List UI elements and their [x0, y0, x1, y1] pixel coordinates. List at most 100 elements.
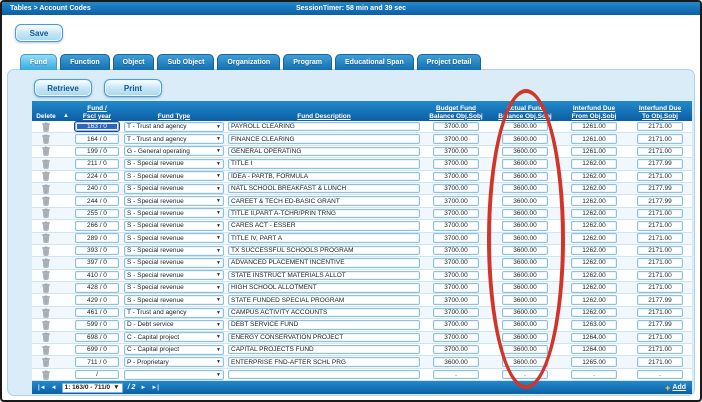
delete-icon[interactable] — [42, 233, 50, 244]
actual-fund-balance-input[interactable] — [502, 183, 548, 194]
budget-fund-balance-input[interactable] — [433, 233, 479, 243]
interfund-due-to-input[interactable] — [637, 369, 683, 380]
fund-fscl-year-input[interactable] — [75, 183, 119, 194]
interfund-due-to-input[interactable] — [637, 307, 683, 318]
fund-description-input[interactable] — [228, 307, 420, 318]
delete-icon[interactable] — [42, 246, 50, 256]
fund-description-input[interactable] — [228, 134, 420, 144]
budget-fund-balance-input[interactable] — [433, 357, 479, 367]
budget-fund-balance-input[interactable] — [433, 295, 479, 305]
budget-fund-balance-input[interactable] — [433, 245, 479, 256]
actual-fund-balance-input[interactable] — [502, 233, 548, 243]
print-button[interactable]: Print — [104, 79, 162, 97]
interfund-due-from-input[interactable] — [571, 283, 617, 293]
fund-description-input[interactable] — [228, 270, 420, 281]
fund-type-select[interactable]: T - Trust and agency ▼ — [124, 134, 224, 145]
budget-fund-balance-input[interactable] — [433, 196, 479, 206]
interfund-due-from-input[interactable] — [571, 307, 617, 318]
interfund-due-to-input[interactable] — [637, 208, 683, 219]
delete-icon[interactable] — [42, 270, 50, 281]
column-header-fund-type[interactable]: Fund Type — [122, 101, 226, 121]
interfund-due-from-input[interactable] — [571, 196, 617, 206]
actual-fund-balance-input[interactable] — [502, 245, 548, 256]
fund-fscl-year-input[interactable] — [75, 134, 119, 144]
fund-type-select[interactable]: S - Special revenue ▼ — [124, 233, 224, 244]
fund-fscl-year-input[interactable] — [75, 295, 119, 305]
interfund-due-from-input[interactable] — [571, 344, 617, 355]
tab-educational-span[interactable]: Educational Span — [335, 54, 414, 70]
interfund-due-from-input[interactable] — [571, 159, 617, 169]
actual-fund-balance-input[interactable] — [502, 332, 548, 343]
budget-fund-balance-input[interactable] — [433, 344, 479, 355]
fund-fscl-year-input[interactable] — [75, 332, 119, 343]
interfund-due-from-input[interactable] — [571, 258, 617, 268]
fund-fscl-year-input[interactable] — [75, 171, 119, 181]
delete-icon[interactable] — [42, 146, 50, 157]
previous-page-icon[interactable]: ◄ — [51, 385, 57, 391]
delete-icon[interactable] — [42, 184, 50, 194]
delete-icon[interactable] — [42, 345, 50, 355]
fund-fscl-year-input[interactable] — [75, 270, 119, 281]
fund-type-select[interactable]: S - Special revenue ▼ — [124, 171, 224, 182]
budget-fund-balance-input[interactable] — [433, 332, 479, 343]
interfund-due-from-input[interactable] — [571, 245, 617, 256]
actual-fund-balance-input[interactable] — [502, 171, 548, 181]
interfund-due-from-input[interactable] — [571, 208, 617, 219]
actual-fund-balance-input[interactable] — [502, 320, 548, 330]
fund-type-select[interactable]: P - Proprietary ▼ — [124, 357, 224, 368]
fund-description-input[interactable] — [228, 221, 420, 231]
tab-project-detail[interactable]: Project Detail — [416, 54, 482, 70]
actual-fund-balance-input[interactable] — [502, 307, 548, 318]
fund-type-select[interactable]: C - Capital project ▼ — [124, 344, 224, 355]
tab-object[interactable]: Object — [112, 54, 155, 70]
column-header-fund-description[interactable]: Fund Description — [226, 101, 422, 121]
budget-fund-balance-input[interactable] — [433, 183, 479, 194]
budget-fund-balance-input[interactable] — [433, 121, 479, 132]
sort-ascending-icon[interactable]: ▲ — [60, 101, 72, 121]
actual-fund-balance-input[interactable] — [502, 344, 548, 355]
fund-type-select[interactable]: S - Special revenue ▼ — [124, 183, 224, 194]
tab-organization[interactable]: Organization — [217, 54, 281, 70]
fund-description-input[interactable] — [228, 344, 420, 355]
page-range-select[interactable]: 1: 163/0 - 711/0 ▼ — [61, 382, 123, 393]
fund-type-select[interactable]: T - Trust and agency ▼ — [124, 121, 224, 132]
actual-fund-balance-input[interactable] — [502, 221, 548, 231]
budget-fund-balance-input[interactable] — [433, 369, 479, 380]
fund-fscl-year-input[interactable] — [75, 307, 119, 318]
actual-fund-balance-input[interactable] — [502, 121, 548, 132]
budget-fund-balance-input[interactable] — [433, 134, 479, 144]
fund-description-input[interactable] — [228, 369, 420, 380]
budget-fund-balance-input[interactable] — [433, 171, 479, 181]
actual-fund-balance-input[interactable] — [502, 196, 548, 206]
interfund-due-from-input[interactable] — [571, 332, 617, 343]
fund-fscl-year-input[interactable] — [75, 283, 119, 293]
delete-icon[interactable] — [42, 171, 50, 182]
delete-icon[interactable] — [42, 159, 50, 169]
column-header-actual-fund-balance[interactable]: Actual Fund Balance Obj.Sobj — [490, 101, 560, 121]
save-button[interactable]: Save — [15, 24, 63, 42]
interfund-due-from-input[interactable] — [571, 121, 617, 132]
delete-icon[interactable] — [42, 122, 50, 132]
fund-description-input[interactable] — [228, 320, 420, 330]
fund-description-input[interactable] — [228, 233, 420, 243]
first-page-icon[interactable]: |◄ — [38, 385, 46, 391]
budget-fund-balance-input[interactable] — [433, 283, 479, 293]
interfund-due-to-input[interactable] — [637, 332, 683, 343]
fund-fscl-year-input[interactable] — [75, 344, 119, 355]
interfund-due-to-input[interactable] — [637, 258, 683, 268]
fund-type-select[interactable]: S - Special revenue ▼ — [124, 257, 224, 268]
tab-program[interactable]: Program — [283, 54, 332, 70]
retrieve-button[interactable]: Retrieve — [34, 79, 92, 97]
fund-fscl-year-input[interactable] — [75, 233, 119, 243]
actual-fund-balance-input[interactable] — [502, 283, 548, 293]
budget-fund-balance-input[interactable] — [433, 270, 479, 281]
fund-type-select[interactable]: T - Trust and agency ▼ — [124, 307, 224, 318]
interfund-due-from-input[interactable] — [571, 369, 617, 380]
fund-type-select[interactable]: S - Special revenue ▼ — [124, 220, 224, 231]
interfund-due-to-input[interactable] — [637, 245, 683, 256]
interfund-due-to-input[interactable] — [637, 295, 683, 305]
fund-type-select[interactable]: S - Special revenue ▼ — [124, 245, 224, 256]
fund-fscl-year-input[interactable] — [74, 120, 120, 133]
actual-fund-balance-input[interactable] — [502, 270, 548, 281]
interfund-due-to-input[interactable] — [637, 357, 683, 367]
